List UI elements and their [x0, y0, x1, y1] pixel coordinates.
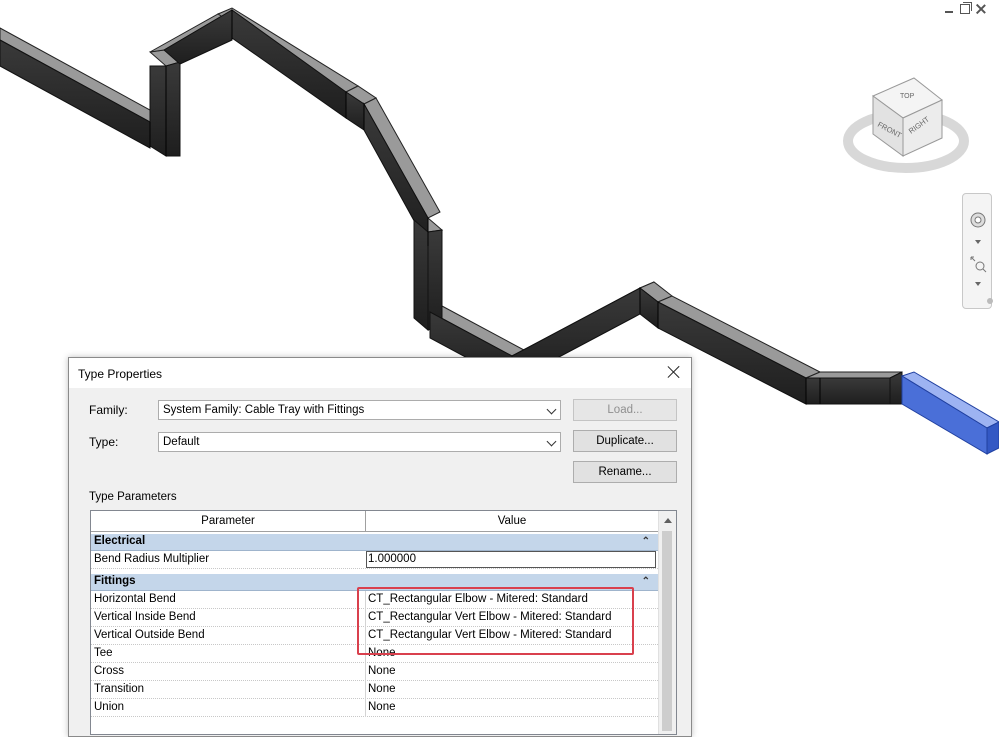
param-row[interactable]: Transition None	[91, 681, 658, 699]
param-value: None	[368, 665, 396, 677]
type-properties-dialog: Type Properties Family: System Family: C…	[68, 357, 692, 737]
group-electrical[interactable]: Electrical ⌃	[91, 534, 658, 551]
chevron-down-icon	[546, 404, 557, 415]
restore-icon[interactable]	[960, 2, 972, 14]
param-value: None	[368, 683, 396, 695]
dialog-title-bar[interactable]: Type Properties	[69, 358, 691, 388]
grid-header: Parameter Value	[91, 511, 658, 532]
chevron-down-icon[interactable]	[975, 282, 981, 286]
zoom-icon[interactable]	[968, 254, 988, 274]
param-value: 1.000000	[368, 553, 416, 565]
grid-scrollbar[interactable]	[658, 511, 676, 734]
close-view-icon[interactable]	[976, 4, 986, 14]
param-row[interactable]: Bend Radius Multiplier 1.000000	[91, 551, 658, 569]
family-label: Family:	[89, 403, 128, 417]
param-name: Horizontal Bend	[94, 593, 176, 605]
cell-divider	[365, 681, 366, 699]
group-label: Fittings	[94, 575, 136, 587]
scroll-thumb[interactable]	[662, 531, 672, 731]
param-name: Transition	[94, 683, 145, 695]
family-value: System Family: Cable Tray with Fittings	[163, 404, 365, 416]
chevron-down-icon	[546, 436, 557, 447]
param-name: Tee	[94, 647, 113, 659]
chevron-down-icon[interactable]	[975, 240, 981, 244]
steering-wheel-icon[interactable]	[968, 210, 988, 230]
close-icon[interactable]	[667, 365, 681, 379]
tray-top-faces	[0, 7, 903, 379]
param-value: None	[368, 701, 396, 713]
collapse-icon[interactable]: ⌃	[642, 574, 650, 589]
type-label: Type:	[89, 435, 119, 449]
window-controls	[944, 2, 986, 14]
group-label: Electrical	[94, 535, 146, 547]
param-row[interactable]: Cross None	[91, 663, 658, 681]
column-header-parameter[interactable]: Parameter	[91, 511, 365, 531]
cell-divider	[365, 663, 366, 681]
dialog-title: Type Properties	[78, 367, 163, 381]
column-header-value[interactable]: Value	[366, 511, 658, 531]
type-dropdown[interactable]: Default	[158, 432, 561, 452]
type-parameters-label: Type Parameters	[89, 491, 177, 503]
rename-button[interactable]: Rename...	[573, 461, 677, 483]
duplicate-button[interactable]: Duplicate...	[573, 430, 677, 452]
collapse-icon[interactable]: ⌃	[642, 534, 650, 549]
type-value: Default	[163, 436, 200, 448]
viewcube[interactable]: TOP FRONT RIGHT	[843, 77, 969, 173]
annotation-highlight-box	[357, 587, 634, 655]
param-name: Vertical Inside Bend	[94, 611, 196, 623]
param-name: Union	[94, 701, 125, 713]
navigation-bar	[962, 193, 993, 309]
param-name: Bend Radius Multiplier	[94, 553, 210, 565]
cell-divider	[365, 699, 366, 717]
family-dropdown[interactable]: System Family: Cable Tray with Fittings	[158, 400, 561, 420]
minimize-icon[interactable]	[944, 4, 954, 14]
param-name: Vertical Outside Bend	[94, 629, 205, 641]
load-button[interactable]: Load...	[573, 399, 677, 421]
param-row[interactable]: Union None	[91, 699, 658, 717]
scroll-up-icon[interactable]	[664, 518, 672, 523]
nav-options-handle[interactable]	[987, 298, 993, 304]
viewcube-top-label: TOP	[900, 93, 915, 100]
tray-selected-segment[interactable]	[900, 371, 999, 455]
param-name: Cross	[94, 665, 125, 677]
